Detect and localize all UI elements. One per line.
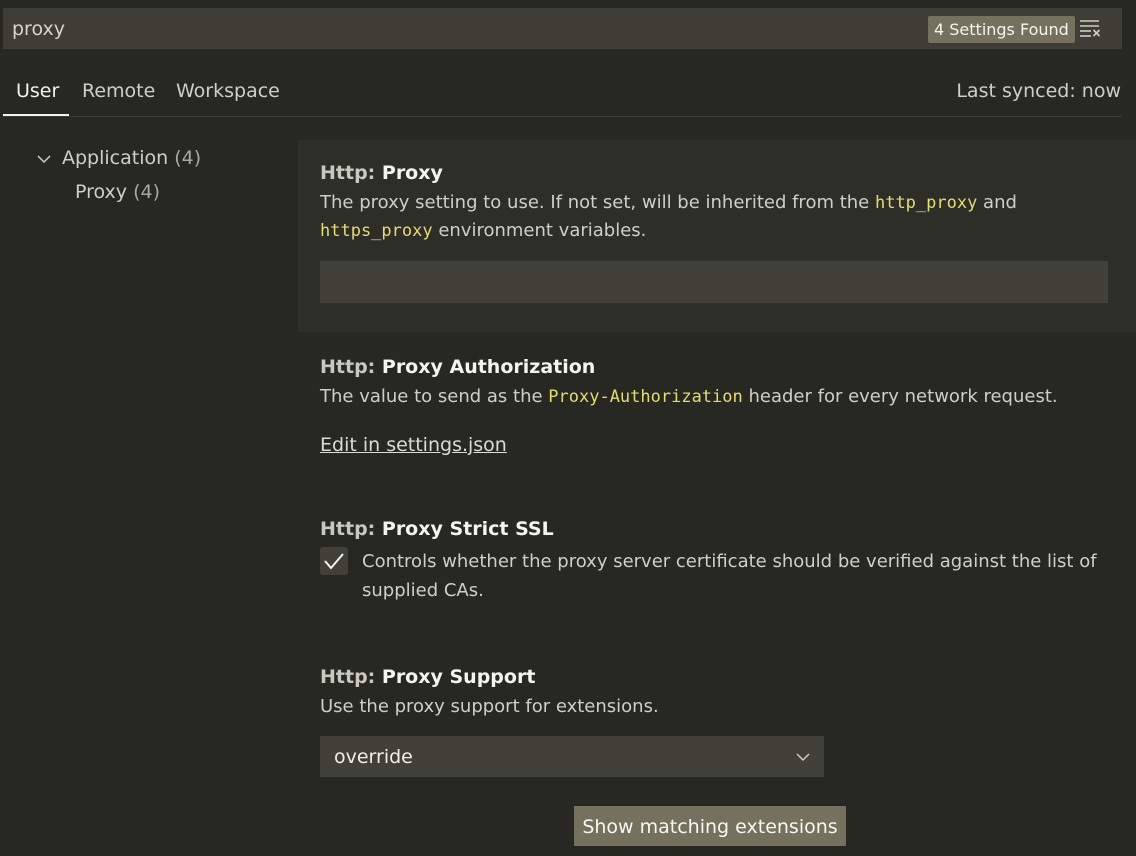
tree-item-label: Application — [62, 147, 169, 169]
sync-status: Last synced: now — [956, 80, 1121, 102]
setting-http-proxy-authorization: Http: Proxy Authorization The value to s… — [320, 354, 1110, 411]
setting-name: Proxy Authorization — [381, 356, 596, 378]
setting-description: Use the proxy support for extensions. — [320, 696, 659, 717]
proxy-value-input[interactable] — [320, 261, 1108, 303]
setting-name: Proxy Support — [381, 666, 536, 688]
tab-user[interactable]: User — [16, 76, 59, 117]
setting-description: The proxy setting to use. If not set, wi… — [320, 189, 1110, 245]
proxy-support-dropdown[interactable]: override — [320, 736, 824, 777]
setting-title: Http: Proxy — [320, 160, 1110, 186]
strict-ssl-checkbox[interactable] — [320, 547, 348, 575]
setting-category: Http: — [320, 518, 382, 540]
setting-http-proxy-support: Http: Proxy Support Use the proxy suppor… — [320, 664, 1110, 721]
tree-item-application[interactable]: Application (4) — [62, 147, 201, 169]
edit-in-settings-json-link[interactable]: Edit in settings.json — [320, 434, 507, 456]
settings-search-box[interactable]: proxy 4 Settings Found — [3, 8, 1122, 49]
tab-remote[interactable]: Remote — [82, 76, 155, 117]
clear-filter-icon[interactable] — [1079, 18, 1101, 38]
setting-name: Proxy Strict SSL — [381, 518, 554, 540]
results-count-badge: 4 Settings Found — [928, 16, 1075, 43]
show-matching-extensions-button[interactable]: Show matching extensions — [574, 806, 846, 846]
setting-title: Http: Proxy Support — [320, 664, 1110, 690]
setting-title: Http: Proxy Strict SSL — [320, 516, 1110, 542]
description-text: header for every network request. — [742, 386, 1058, 407]
tab-workspace[interactable]: Workspace — [176, 76, 280, 117]
search-input[interactable]: proxy — [12, 18, 65, 40]
setting-category: Http: — [320, 162, 382, 184]
chevron-down-icon[interactable] — [36, 151, 52, 167]
description-text: and — [977, 192, 1017, 213]
code-http-proxy: http_proxy — [874, 193, 978, 213]
settings-editor: proxy 4 Settings Found User Remote Works… — [0, 0, 1136, 856]
dropdown-selected-value: override — [334, 746, 413, 768]
tree-item-count: (4) — [174, 147, 202, 169]
setting-category: Http: — [320, 356, 382, 378]
tree-item-proxy[interactable]: Proxy (4) — [75, 181, 160, 203]
setting-name: Proxy — [381, 162, 443, 184]
description-text: The value to send as the — [320, 386, 549, 407]
code-https-proxy: https_proxy — [320, 221, 433, 241]
setting-http-proxy: Http: Proxy The proxy setting to use. If… — [320, 160, 1110, 245]
chevron-down-icon — [796, 753, 810, 762]
setting-description: The value to send as the Proxy-Authoriza… — [320, 383, 1110, 411]
setting-http-proxy-strict-ssl: Http: Proxy Strict SSL — [320, 516, 1110, 542]
code-proxy-authorization: Proxy-Authorization — [548, 387, 743, 407]
description-text: environment variables. — [432, 220, 647, 241]
setting-title: Http: Proxy Authorization — [320, 354, 1110, 380]
description-text: The proxy setting to use. If not set, wi… — [320, 192, 875, 213]
tree-item-label: Proxy — [75, 181, 128, 203]
tab-divider — [3, 116, 1122, 117]
setting-category: Http: — [320, 666, 382, 688]
checkmark-icon — [324, 553, 344, 570]
tree-item-count: (4) — [133, 181, 161, 203]
strict-ssl-description: Controls whether the proxy server certif… — [362, 551, 1097, 601]
